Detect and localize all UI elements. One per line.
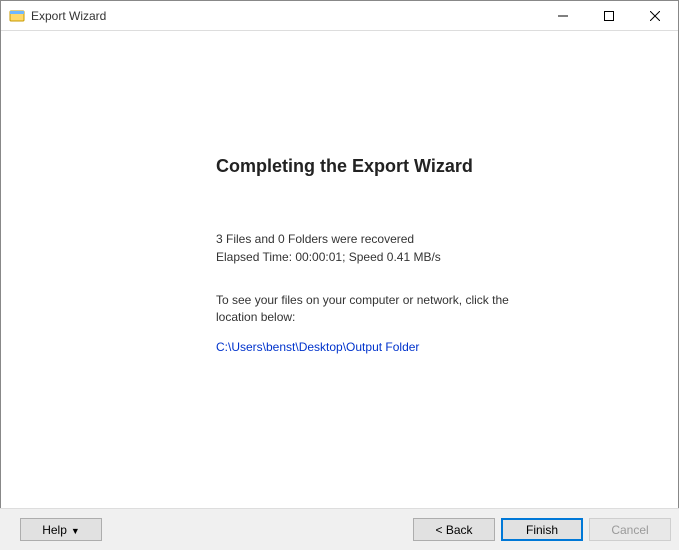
help-button[interactable]: Help ▼ (20, 518, 102, 541)
finish-button[interactable]: Finish (501, 518, 583, 541)
page-heading: Completing the Export Wizard (216, 156, 678, 177)
maximize-button[interactable] (586, 1, 632, 30)
window-title: Export Wizard (31, 9, 106, 23)
help-button-label: Help (42, 523, 67, 537)
cancel-button[interactable]: Cancel (589, 518, 671, 541)
minimize-button[interactable] (540, 1, 586, 30)
location-hint: To see your files on your computer or ne… (216, 292, 516, 326)
window-controls (540, 1, 678, 30)
recovery-summary: 3 Files and 0 Folders were recovered (216, 232, 678, 246)
app-icon (9, 8, 25, 24)
chevron-down-icon: ▼ (71, 526, 80, 536)
footer: Help ▼ < Back Finish Cancel (0, 508, 679, 550)
timing-summary: Elapsed Time: 00:00:01; Speed 0.41 MB/s (216, 250, 678, 264)
wizard-content: Completing the Export Wizard 3 Files and… (1, 31, 678, 507)
close-button[interactable] (632, 1, 678, 30)
titlebar: Export Wizard (1, 1, 678, 31)
output-folder-link[interactable]: C:\Users\benst\Desktop\Output Folder (216, 340, 419, 354)
wizard-page: Completing the Export Wizard 3 Files and… (1, 31, 678, 354)
back-button[interactable]: < Back (413, 518, 495, 541)
